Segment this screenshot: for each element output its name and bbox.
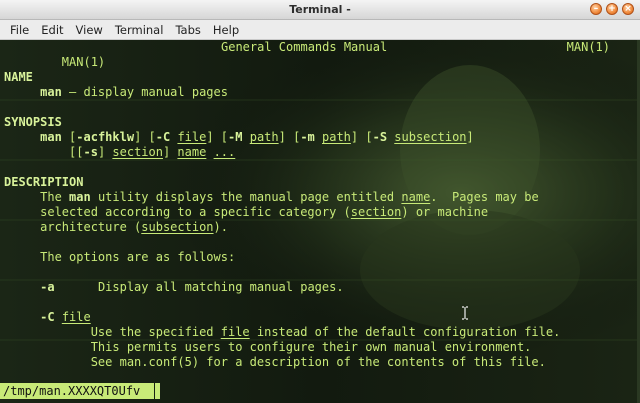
maximize-icon: + [608,4,616,14]
option-arg: file [61,310,91,324]
maximize-button[interactable]: + [606,3,618,15]
menu-terminal[interactable]: Terminal [109,20,170,40]
syn-cmd: man [40,130,62,144]
description-line-1: The man utility displays the manual page… [4,190,636,205]
pager-status-line: /tmp/man.XXXXQT0Ufv [0,383,154,399]
syn-path: path [322,130,351,144]
option-C-desc-2: This permits users to configure their ow… [4,340,636,355]
text: section [350,205,402,219]
section-description-heading: DESCRIPTION [4,175,84,189]
text: The [40,190,70,204]
option-C-desc-1: Use the specified file instead of the de… [4,325,636,340]
window-title: Terminal - [289,3,351,16]
text: file [220,325,250,339]
syn-flags: -acfhklw [76,130,135,144]
option-flag: -C [40,310,55,324]
window-controls: – + × [590,3,634,15]
text-cursor [155,383,160,399]
text: architecture ( [40,220,142,234]
synopsis-line-2: [[-s] section] name ... [4,145,236,159]
text: ). [213,220,228,234]
section-synopsis-heading: SYNOPSIS [4,115,62,129]
terminal-output[interactable]: MAN(1) General Commands Manual MAN(1) NA… [0,40,640,403]
description-line-3: architecture (subsection). [4,220,636,235]
syn-dots: ... [213,145,236,159]
menu-bar: File Edit View Terminal Tabs Help [0,20,640,40]
man-header: MAN(1) General Commands Manual MAN(1) [4,40,636,69]
close-button[interactable]: × [622,3,634,15]
close-icon: × [624,4,632,14]
option-desc: Display all matching manual pages. [97,280,344,294]
man-page: MAN(1) General Commands Manual MAN(1) NA… [4,40,636,370]
minimize-icon: – [593,4,599,14]
syn-S: -S [372,130,388,144]
option-C-desc-3: See man.conf(5) for a description of the… [4,355,636,370]
menu-view[interactable]: View [70,20,109,40]
minimize-button[interactable]: – [590,3,602,15]
description-line-2: selected according to a specific categor… [4,205,636,220]
text: man [69,190,91,204]
syn-m: -m [300,130,315,144]
text: utility displays the manual page entitle… [90,190,402,204]
text: ) or machine [401,205,489,219]
name-cmd: man [40,85,62,99]
text: See man.conf(5) for a description of the… [90,355,546,369]
synopsis-line-1: man [-acfhklw] [-C file] [-M path] [-m p… [40,130,474,144]
text: selected according to a specific categor… [40,205,351,219]
option-C: -C file [4,310,636,325]
text: The options are as follows: [40,250,236,264]
syn-s: -s [83,145,98,159]
section-name-heading: NAME [4,70,33,84]
syn-path: path [249,130,279,144]
syn-C: -C [155,130,171,144]
menu-file[interactable]: File [4,20,35,40]
name-desc: – display manual pages [61,85,228,99]
text: . Pages may be [430,190,539,204]
header-right: MAN(1) [566,40,610,54]
syn-section: section [112,145,163,159]
syn-file: file [177,130,207,144]
header-center: General Commands Manual [221,40,388,54]
text: This permits users to configure their ow… [90,340,532,354]
option-a: -a Display all matching manual pages. [4,280,636,295]
syn-name: name [177,145,207,159]
syn-subsection: subsection [394,130,467,144]
text: Use the specified [90,325,221,339]
text: subsection [141,220,214,234]
title-bar[interactable]: Terminal - – + × [0,0,640,20]
menu-edit[interactable]: Edit [35,20,69,40]
ibeam-cursor-icon [462,306,468,320]
option-flag: -a [40,280,55,294]
name-line: man – display manual pages [4,85,636,100]
menu-tabs[interactable]: Tabs [169,20,206,40]
text: name [401,190,431,204]
text: instead of the default configuration fil… [249,325,561,339]
options-intro: The options are as follows: [4,250,636,265]
menu-help[interactable]: Help [207,20,245,40]
terminal-window: Terminal - – + × File Edit View Terminal… [0,0,640,403]
syn-M: -M [228,130,243,144]
